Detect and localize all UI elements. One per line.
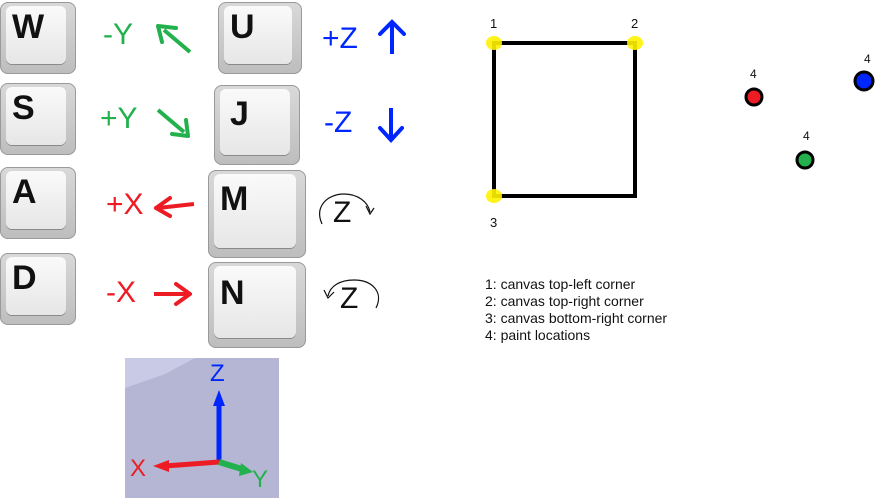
- key-j: J: [214, 85, 300, 165]
- paint-label-blue: 4: [864, 52, 871, 66]
- label-plus-y: +Y: [100, 102, 138, 135]
- key-n: N: [208, 262, 306, 348]
- paint-point-green: [795, 150, 815, 170]
- arrow-right-icon: [154, 282, 192, 306]
- arrow-left-icon: [154, 196, 195, 218]
- paint-point-blue: [853, 70, 875, 92]
- key-a: A: [0, 167, 76, 239]
- axes-widget-x-label: X: [130, 455, 147, 482]
- rotate-ccw-icon: [323, 279, 380, 309]
- label-minus-z: -Z: [324, 106, 353, 139]
- legend: 1: canvas top-left corner 2: canvas top-…: [485, 276, 667, 344]
- corner-label-2: 2: [631, 16, 639, 31]
- paint-label-red: 4: [750, 67, 757, 81]
- label-minus-x: -X: [106, 276, 136, 309]
- paint-label-green: 4: [803, 129, 810, 143]
- arrow-up-icon: [378, 19, 406, 54]
- key-m: M: [208, 170, 306, 258]
- paint-point-red: [744, 87, 764, 107]
- axes-widget-y-label: Y: [252, 466, 269, 493]
- arrow-down-icon: [378, 108, 404, 143]
- label-plus-x: +X: [106, 188, 144, 221]
- key-s: S: [0, 83, 76, 155]
- legend-item-1: 1: canvas top-left corner: [485, 276, 636, 292]
- arrow-up-left-icon: [156, 24, 192, 54]
- label-plus-z: +Z: [322, 22, 358, 55]
- axes-widget-z-label: Z: [210, 360, 225, 387]
- key-u: U: [218, 2, 302, 74]
- corner-label-3: 3: [490, 215, 498, 230]
- key-w: W: [0, 2, 76, 74]
- legend-item-2: 2: canvas top-right corner: [485, 293, 644, 309]
- corner-label-1: 1: [490, 16, 498, 31]
- arrow-down-right-icon: [156, 108, 190, 138]
- legend-item-4: 4: paint locations: [485, 327, 591, 343]
- label-minus-y: -Y: [103, 18, 133, 51]
- key-d: D: [0, 253, 76, 325]
- legend-item-3: 3: canvas bottom-right corner: [485, 310, 668, 326]
- canvas-square: [486, 36, 643, 203]
- rotate-cw-icon: [319, 193, 375, 225]
